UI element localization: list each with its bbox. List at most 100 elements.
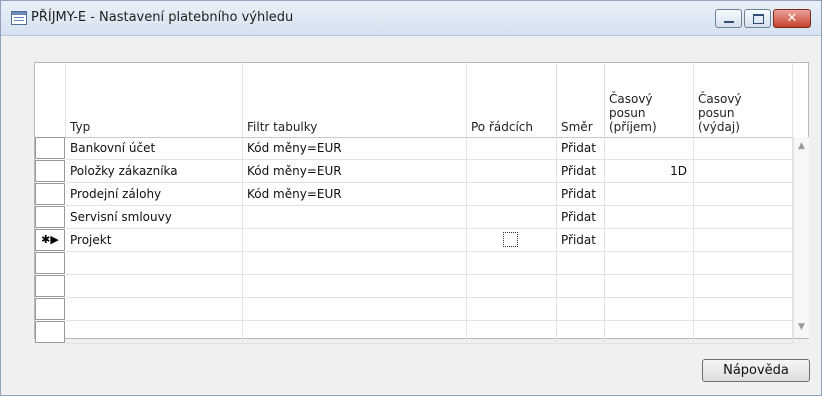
cell-po-radcich[interactable]: [467, 137, 557, 160]
form-icon: [11, 11, 27, 25]
cell-po-radcich[interactable]: [467, 298, 557, 321]
column-header-vydaj[interactable]: Časový posun (výdaj): [694, 63, 793, 137]
cell-prijem[interactable]: [605, 252, 694, 275]
cell-po-radcich[interactable]: [467, 321, 557, 344]
cell-prijem[interactable]: [605, 298, 694, 321]
cell-smer[interactable]: Přidat: [557, 183, 605, 206]
cell-filtr[interactable]: [243, 229, 467, 252]
cell-prijem[interactable]: [605, 275, 694, 298]
row-selector[interactable]: [35, 137, 65, 159]
title-bar[interactable]: PŘÍJMY-E - Nastavení platebního výhledu …: [1, 1, 821, 36]
cell-prijem[interactable]: [605, 229, 694, 252]
column-header-filtr[interactable]: Filtr tabulky: [243, 63, 467, 137]
minimize-button[interactable]: [715, 9, 742, 28]
table-row[interactable]: Položky zákazníka Kód měny=EUR Přidat 1D: [35, 160, 793, 183]
row-selector[interactable]: [35, 183, 65, 205]
cell-po-radcich[interactable]: [467, 252, 557, 275]
row-selector[interactable]: [35, 321, 65, 343]
cell-smer[interactable]: Přidat: [557, 160, 605, 183]
row-selector[interactable]: [35, 206, 65, 228]
cell-vydaj[interactable]: [694, 160, 793, 183]
column-header-typ[interactable]: Typ: [66, 63, 243, 137]
cell-vydaj[interactable]: [694, 298, 793, 321]
cell-filtr[interactable]: Kód měny=EUR: [243, 160, 467, 183]
cell-po-radcich[interactable]: [467, 206, 557, 229]
cell-filtr[interactable]: [243, 206, 467, 229]
cell-typ[interactable]: Položky zákazníka: [66, 160, 243, 183]
table-row[interactable]: Prodejní zálohy Kód měny=EUR Přidat: [35, 183, 793, 206]
column-header-label: Typ: [70, 120, 91, 134]
po-radcich-checkbox[interactable]: [503, 232, 518, 247]
cell-typ[interactable]: Projekt: [66, 229, 243, 252]
cell-prijem[interactable]: [605, 137, 694, 160]
scroll-up-icon[interactable]: ▲: [796, 141, 807, 151]
column-header-prijem[interactable]: Časový posun (příjem): [605, 63, 694, 137]
maximize-icon: [753, 14, 764, 24]
table-row[interactable]: [35, 275, 793, 298]
cell-smer[interactable]: Přidat: [557, 229, 605, 252]
cell-vydaj[interactable]: [694, 275, 793, 298]
cell-smer[interactable]: [557, 298, 605, 321]
cell-vydaj[interactable]: [694, 229, 793, 252]
cell-vydaj[interactable]: [694, 183, 793, 206]
maximize-button[interactable]: [744, 9, 771, 28]
cell-vydaj[interactable]: [694, 137, 793, 160]
table-row[interactable]: [35, 321, 793, 344]
cell-smer[interactable]: [557, 252, 605, 275]
cell-typ[interactable]: [66, 298, 243, 321]
cell-po-radcich[interactable]: [467, 229, 557, 252]
cell-prijem[interactable]: [605, 206, 694, 229]
table-row[interactable]: Bankovní účet Kód měny=EUR Přidat: [35, 137, 793, 160]
cell-smer[interactable]: Přidat: [557, 206, 605, 229]
cell-typ[interactable]: Bankovní účet: [66, 137, 243, 160]
column-header-label: Filtr tabulky: [247, 120, 318, 134]
column-header-smer[interactable]: Směr: [557, 63, 605, 137]
cell-filtr[interactable]: Kód měny=EUR: [243, 183, 467, 206]
cell-filtr[interactable]: [243, 252, 467, 275]
cell-po-radcich[interactable]: [467, 183, 557, 206]
cell-prijem[interactable]: [605, 183, 694, 206]
cell-filtr[interactable]: [243, 321, 467, 344]
close-button[interactable]: ✕: [773, 9, 811, 28]
cell-po-radcich[interactable]: [467, 275, 557, 298]
cell-filtr[interactable]: [243, 298, 467, 321]
row-header-column: [35, 63, 66, 137]
vertical-scrollbar[interactable]: ▲ ▼: [793, 137, 809, 338]
column-header-label: Směr: [561, 120, 593, 134]
row-selector[interactable]: [35, 275, 65, 297]
cell-vydaj[interactable]: [694, 252, 793, 275]
row-selector[interactable]: ✱▶: [35, 229, 65, 251]
table-header: Typ Filtr tabulky Po řádcích Směr Časový…: [35, 63, 793, 138]
help-button[interactable]: Nápověda: [702, 359, 810, 382]
cell-prijem[interactable]: [605, 321, 694, 344]
minimize-icon: [724, 21, 734, 23]
cell-filtr[interactable]: Kód měny=EUR: [243, 137, 467, 160]
table-row[interactable]: Servisní smlouvy Přidat: [35, 206, 793, 229]
close-icon: ✕: [786, 11, 798, 26]
cell-filtr[interactable]: [243, 275, 467, 298]
table-row[interactable]: [35, 252, 793, 275]
cell-typ[interactable]: [66, 252, 243, 275]
grid: Typ Filtr tabulky Po řádcích Směr Časový…: [34, 62, 809, 344]
table-row[interactable]: ✱▶ Projekt Přidat: [35, 229, 793, 252]
scroll-down-icon[interactable]: ▼: [796, 322, 807, 332]
cell-typ[interactable]: [66, 321, 243, 344]
column-header-label: Po řádcích: [471, 120, 534, 134]
cell-smer[interactable]: Přidat: [557, 137, 605, 160]
row-selector[interactable]: [35, 298, 65, 320]
column-header-label: Časový posun (příjem): [609, 92, 657, 134]
cell-po-radcich[interactable]: [467, 160, 557, 183]
cell-typ[interactable]: Prodejní zálohy: [66, 183, 243, 206]
table-row[interactable]: [35, 298, 793, 321]
cell-smer[interactable]: [557, 321, 605, 344]
cell-typ[interactable]: [66, 275, 243, 298]
cell-vydaj[interactable]: [694, 321, 793, 344]
column-header-po-radcich[interactable]: Po řádcích: [467, 63, 557, 137]
cell-prijem[interactable]: 1D: [605, 160, 694, 183]
row-selector[interactable]: [35, 252, 65, 274]
cell-vydaj[interactable]: [694, 206, 793, 229]
window: PŘÍJMY-E - Nastavení platebního výhledu …: [0, 0, 822, 396]
cell-smer[interactable]: [557, 275, 605, 298]
row-selector[interactable]: [35, 160, 65, 182]
cell-typ[interactable]: Servisní smlouvy: [66, 206, 243, 229]
